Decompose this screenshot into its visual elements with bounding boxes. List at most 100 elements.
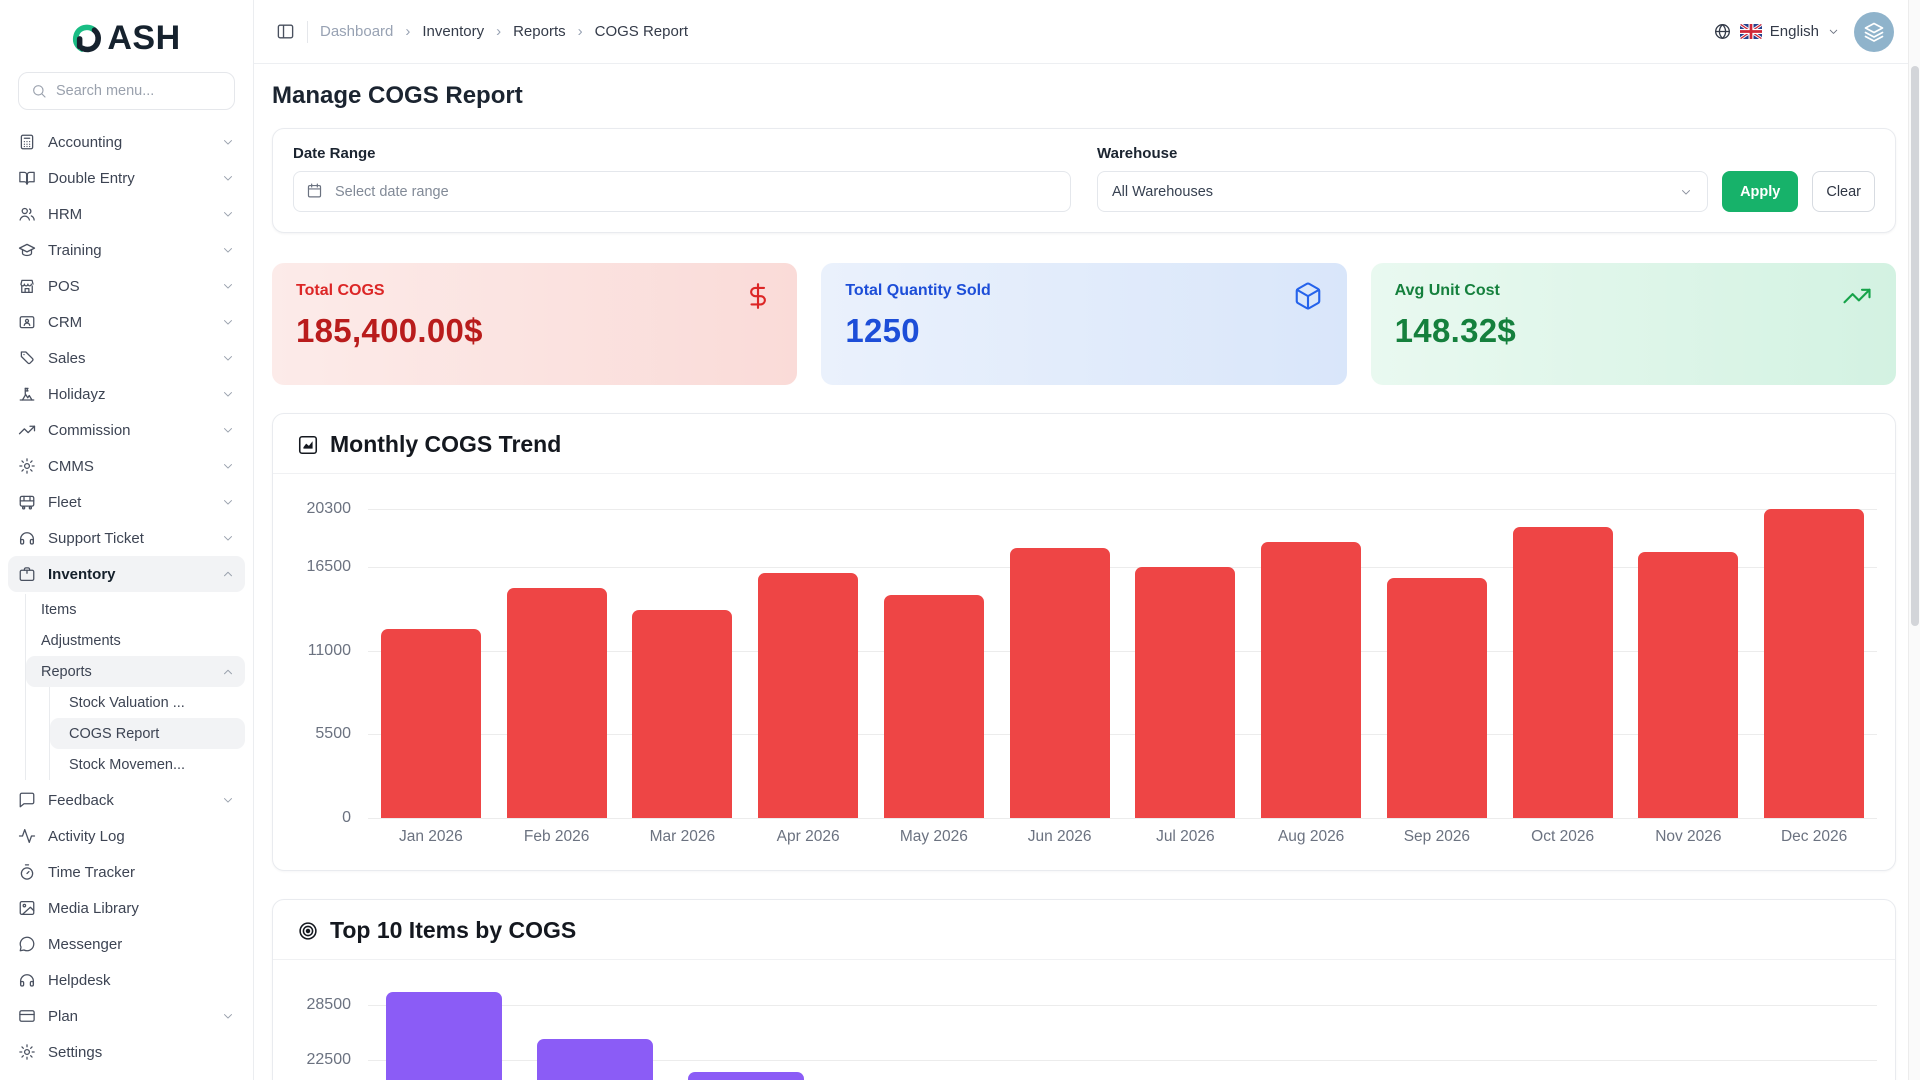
sidebar-item-feedback[interactable]: Feedback xyxy=(8,782,245,818)
breadcrumb-reports[interactable]: Reports xyxy=(513,23,566,40)
sidebar-item-support-ticket[interactable]: Support Ticket xyxy=(8,520,245,556)
warehouse-select[interactable]: All Warehouses xyxy=(1097,171,1708,212)
bar-mar-2026[interactable] xyxy=(632,610,732,818)
monthly-cogs-title: Monthly COGS Trend xyxy=(330,431,561,458)
sidebar-item-cmms[interactable]: CMMS xyxy=(8,448,245,484)
bar-dec-2026[interactable] xyxy=(1764,509,1864,818)
y-axis-tick-label: 22500 xyxy=(273,1051,351,1069)
bar-oct-2026[interactable] xyxy=(1513,527,1613,819)
sidebar-item-commission[interactable]: Commission xyxy=(8,412,245,448)
x-axis-label-nov-2026: Nov 2026 xyxy=(1626,828,1752,846)
sidebar-item-reports[interactable]: Reports xyxy=(26,656,245,687)
sidebar-item-cogs-report[interactable]: COGS Report xyxy=(50,718,245,749)
sidebar-item-training[interactable]: Training xyxy=(8,232,245,268)
breadcrumb-inventory[interactable]: Inventory xyxy=(422,23,484,40)
sidebar-item-stock-valuation[interactable]: Stock Valuation ... xyxy=(50,687,245,718)
sidebar-item-label: POS xyxy=(48,278,209,295)
chevron-down-icon xyxy=(221,279,235,293)
sidebar-item-accounting[interactable]: Accounting xyxy=(8,124,245,160)
sidebar-item-hrm[interactable]: HRM xyxy=(8,196,245,232)
sidebar: ASH AccountingDouble EntryHRMTraining POS… xyxy=(0,0,254,1080)
bar-slot xyxy=(1500,527,1626,819)
sidebar-item-plan[interactable]: Plan xyxy=(8,998,245,1034)
logo-text: ASH xyxy=(107,19,180,58)
sidebar-item-inventory[interactable]: Inventory xyxy=(8,556,245,592)
top-items-bar-2[interactable] xyxy=(537,1039,653,1080)
monthly-cogs-card: Monthly COGS Trend 05500110001650020300J… xyxy=(272,413,1896,871)
sidebar-item-time-tracker[interactable]: Time Tracker xyxy=(8,854,245,890)
bar-aug-2026[interactable] xyxy=(1261,542,1361,818)
sidebar-item-label: Stock Valuation ... xyxy=(69,695,235,711)
language-selector[interactable]: English xyxy=(1713,22,1840,41)
bus-icon xyxy=(18,493,36,511)
breadcrumb-dashboard[interactable]: Dashboard xyxy=(320,23,393,40)
bar-may-2026[interactable] xyxy=(884,595,984,818)
gear-icon xyxy=(18,457,36,475)
search-input[interactable] xyxy=(56,83,243,99)
chevron-down-icon xyxy=(221,531,235,545)
search-icon xyxy=(31,83,47,99)
sidebar-toggle-icon[interactable] xyxy=(276,22,295,41)
top-items-bar-3[interactable] xyxy=(688,1072,804,1080)
sidebar-item-stock-movemen[interactable]: Stock Movemen... xyxy=(50,749,245,780)
top-items-title: Top 10 Items by COGS xyxy=(330,917,576,944)
page-scrollbar[interactable] xyxy=(1908,0,1920,1080)
sidebar-item-activity-log[interactable]: Activity Log xyxy=(8,818,245,854)
y-axis-tick-label: 0 xyxy=(273,809,351,827)
sidebar-item-helpdesk[interactable]: Helpdesk xyxy=(8,962,245,998)
chevron-up-icon xyxy=(221,567,235,581)
bar-sep-2026[interactable] xyxy=(1387,578,1487,818)
sidebar-item-items[interactable]: Items xyxy=(26,594,245,625)
bar-apr-2026[interactable] xyxy=(758,573,858,818)
message-circle-icon xyxy=(18,935,36,953)
sidebar-item-holidayz[interactable]: Holidayz xyxy=(8,376,245,412)
chevron-down-icon xyxy=(221,459,235,473)
bar-jul-2026[interactable] xyxy=(1135,567,1235,818)
scrollbar-thumb[interactable] xyxy=(1911,66,1919,626)
date-range-input[interactable] xyxy=(293,171,1071,212)
sidebar-item-fleet[interactable]: Fleet xyxy=(8,484,245,520)
bars-row xyxy=(368,509,1877,818)
sidebar-item-messenger[interactable]: Messenger xyxy=(8,926,245,962)
sidebar-item-crm[interactable]: CRM xyxy=(8,304,245,340)
sidebar-item-sales[interactable]: Sales xyxy=(8,340,245,376)
x-axis-label-jul-2026: Jul 2026 xyxy=(1123,828,1249,846)
sidebar-item-adjustments[interactable]: Adjustments xyxy=(26,625,245,656)
sidebar-item-label: CMMS xyxy=(48,458,209,475)
app-logo[interactable]: ASH xyxy=(0,14,253,62)
date-range-group: Date Range xyxy=(293,145,1071,212)
top-items-bar-1[interactable] xyxy=(386,992,502,1080)
user-avatar[interactable] xyxy=(1854,12,1894,52)
sidebar-item-media-library[interactable]: Media Library xyxy=(8,890,245,926)
page-title: Manage COGS Report xyxy=(272,82,1896,110)
stat-value: 1250 xyxy=(845,312,1322,350)
sidebar-item-label: Items xyxy=(41,602,235,618)
bar-feb-2026[interactable] xyxy=(507,588,607,818)
clear-button[interactable]: Clear xyxy=(1812,171,1875,212)
sidebar-item-double-entry[interactable]: Double Entry xyxy=(8,160,245,196)
language-label: English xyxy=(1770,23,1819,40)
warehouse-row: Warehouse All Warehouses Apply Clear xyxy=(1097,145,1875,212)
stat-label: Total COGS xyxy=(296,282,773,300)
top-items-chart: 2850022500 xyxy=(273,960,1895,1080)
stat-card-total-cogs: Total COGS185,400.00$ xyxy=(272,263,797,385)
bar-nov-2026[interactable] xyxy=(1638,552,1738,818)
target-icon xyxy=(297,920,319,942)
sidebar-item-label: Activity Log xyxy=(48,828,235,845)
apply-button[interactable]: Apply xyxy=(1722,171,1798,212)
x-axis-label-jun-2026: Jun 2026 xyxy=(997,828,1123,846)
breadcrumb-cogs-report[interactable]: COGS Report xyxy=(595,23,688,40)
y-axis-tick-label: 5500 xyxy=(273,725,351,743)
sidebar-item-pos[interactable]: POS xyxy=(8,268,245,304)
bar-jan-2026[interactable] xyxy=(381,629,481,819)
credit-card-icon xyxy=(18,1007,36,1025)
sidebar-item-label: Stock Movemen... xyxy=(69,757,235,773)
sidebar-item-settings[interactable]: Settings xyxy=(8,1034,245,1070)
uk-flag-icon xyxy=(1740,24,1762,39)
bar-slot xyxy=(368,629,494,819)
bar-jun-2026[interactable] xyxy=(1010,548,1110,818)
sidebar-item-label: COGS Report xyxy=(69,726,235,742)
chevron-down-icon xyxy=(221,207,235,221)
bar-slot xyxy=(1248,542,1374,818)
y-axis-tick-label: 11000 xyxy=(273,642,351,660)
